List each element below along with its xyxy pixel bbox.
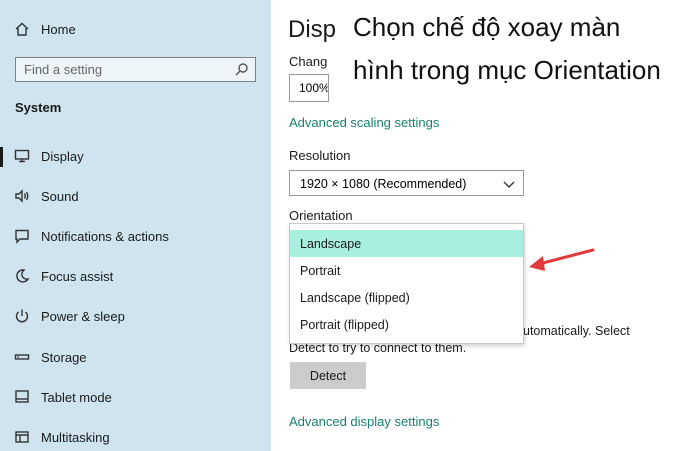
storage-icon [13,348,31,366]
sidebar-item-label: Multitasking [41,429,110,445]
sidebar-item-label: Display [41,148,84,164]
multitasking-icon [13,428,31,446]
sidebar-item-power-sleep[interactable]: Power & sleep [0,298,271,334]
search-icon[interactable] [234,62,249,77]
orientation-dropdown-list: Landscape Portrait Landscape (flipped) P… [289,223,524,344]
orientation-option-portrait-flipped[interactable]: Portrait (flipped) [290,311,523,338]
sidebar-item-label: Storage [41,349,87,365]
chevron-down-icon [503,178,515,188]
message-icon [13,227,31,245]
sidebar-item-label: Tablet mode [41,389,112,405]
sidebar-section-title: System [15,100,62,115]
home-icon [13,20,31,38]
advanced-display-link[interactable]: Advanced display settings [289,414,439,429]
orientation-option-portrait[interactable]: Portrait [290,257,523,284]
orientation-label: Orientation [289,208,353,223]
power-icon [13,307,31,325]
sidebar-item-label: Sound [41,188,79,204]
monitor-icon [13,147,31,165]
sidebar-item-label: Power & sleep [41,308,125,324]
sidebar-item-display[interactable]: Display [0,138,271,174]
resolution-dropdown[interactable]: 1920 × 1080 (Recommended) [289,170,524,196]
settings-sidebar: Home System Display Sound Notifications … [0,0,271,451]
search-input[interactable] [16,58,226,81]
red-arrow-icon [529,248,595,271]
advanced-scaling-link[interactable]: Advanced scaling settings [289,115,439,130]
resolution-label: Resolution [289,148,351,163]
sidebar-item-label: Notifications & actions [41,228,169,244]
moon-icon [13,267,31,285]
sidebar-item-home[interactable]: Home [0,11,271,47]
change-size-label: Chang [289,54,328,69]
sidebar-item-label: Home [41,21,76,37]
page-title: Disp [288,16,337,43]
search-box[interactable] [15,57,256,82]
sidebar-item-focus-assist[interactable]: Focus assist [0,258,271,294]
sidebar-item-storage[interactable]: Storage [0,339,271,375]
sidebar-item-sound[interactable]: Sound [0,178,271,214]
caption-line-2: hình trong mục Orientation [353,55,661,85]
orientation-option-landscape-flipped[interactable]: Landscape (flipped) [290,284,523,311]
tablet-icon [13,388,31,406]
orientation-option-landscape[interactable]: Landscape [290,230,523,257]
speaker-icon [13,187,31,205]
detect-help-text: utomatically. Select [523,324,630,338]
resolution-value: 1920 × 1080 (Recommended) [300,177,467,191]
sidebar-item-tablet-mode[interactable]: Tablet mode [0,379,271,415]
sidebar-item-notifications[interactable]: Notifications & actions [0,218,271,254]
caption-line-1: Chọn chế độ xoay màn [353,12,621,42]
scale-dropdown[interactable]: 100% [289,74,329,102]
sidebar-item-multitasking[interactable]: Multitasking [0,419,271,451]
sidebar-item-label: Focus assist [41,268,114,284]
detect-button[interactable]: Detect [290,362,366,389]
